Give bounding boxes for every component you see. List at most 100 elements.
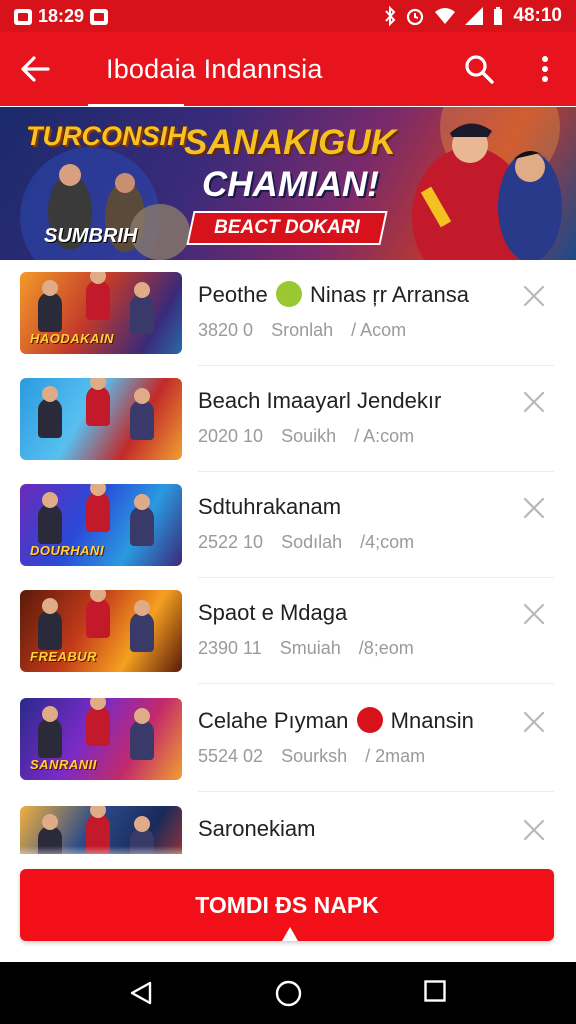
status-time-left: 18:29: [38, 6, 85, 26]
character-head: [134, 816, 150, 832]
remove-icon[interactable]: [522, 390, 546, 414]
character-figure: [86, 280, 110, 320]
item-title: Spaot e Mdaga: [198, 600, 347, 626]
nav-home-icon[interactable]: [275, 980, 302, 1007]
item-meta-id: 3820 0: [198, 320, 254, 340]
item-meta-id: 5524 02: [198, 746, 264, 766]
character-head: [42, 598, 58, 614]
item-meta: 2020 10 Souikh / A:com: [198, 426, 414, 447]
item-meta-id: 2522 10: [198, 532, 264, 552]
row-divider: [198, 791, 554, 792]
banner-left-badge: SUMBRIH: [44, 225, 138, 247]
list-item[interactable]: DOURHANI Sdtuhrakanam 2522 10 Sodılah/4;com: [0, 472, 576, 578]
character-figure: [130, 612, 154, 652]
bluetooth-icon: [385, 6, 396, 26]
character-figure: [130, 294, 154, 334]
youtube-icon: [90, 8, 109, 25]
game-thumbnail[interactable]: SANRANII: [20, 698, 182, 780]
item-meta-region: Sourksh: [281, 746, 348, 766]
thumbnail-label: SANRANII: [30, 757, 97, 772]
signal-icon: [465, 7, 484, 25]
remove-icon[interactable]: [522, 602, 546, 626]
item-meta-region: Sronlah: [271, 320, 334, 340]
game-thumbnail[interactable]: [20, 378, 182, 460]
item-meta: 3820 0 Sronlah / Acom: [198, 320, 406, 341]
item-meta: 2522 10 Sodılah/4;com: [198, 532, 414, 553]
status-right: 48:10: [384, 5, 562, 27]
list-item[interactable]: FREABUR Spaot e Mdaga 2390 11 Smuiah/8;eom: [0, 578, 576, 684]
character-head: [134, 600, 150, 616]
character-head: [134, 282, 150, 298]
status-time-right: 48:10: [513, 5, 562, 26]
character-head: [134, 494, 150, 510]
character-figure: [130, 720, 154, 760]
thumbnail-label: HAODAKAIN: [30, 331, 114, 346]
item-title-part-a: Beach Imaayarl Jendekır: [198, 388, 442, 413]
item-title-part-a: Peothe: [198, 282, 268, 307]
nav-recents-icon[interactable]: [424, 980, 446, 1002]
thumbnail-label: DOURHANI: [30, 543, 105, 558]
status-bar: 18:29 48:10: [0, 0, 576, 32]
item-meta-site: /8;eom: [358, 638, 414, 658]
app-bar: Ibodaia Indannsia: [0, 32, 576, 106]
item-meta-region: Sodılah: [281, 532, 343, 552]
banner-game-logo: TURCONSIH: [26, 121, 187, 151]
character-figure: [86, 492, 110, 532]
item-title-part-a: Spaot e Mdaga: [198, 600, 348, 625]
item-meta-site: / 2mam: [365, 746, 426, 766]
list-item[interactable]: Beach Imaayarl Jendekır 2020 10 Souikh / A:…: [0, 366, 576, 472]
item-meta-id: 2020 10: [198, 426, 264, 446]
character-figure: [38, 610, 62, 650]
back-arrow-icon[interactable]: [18, 52, 52, 86]
character-figure: [38, 718, 62, 758]
primary-cta-button[interactable]: TOMDI ĐS NAPK: [20, 869, 554, 941]
item-title: Celahe Pıyman Mnansin: [198, 707, 474, 735]
list-item[interactable]: SANRANII Celahe Pıyman Mnansin 5524 02 Sour…: [0, 686, 576, 792]
remove-icon[interactable]: [522, 818, 546, 842]
list-item[interactable]: Saronekiam: [0, 794, 576, 854]
item-title: Peothe Ninas ŗr Arransa: [198, 281, 469, 309]
game-thumbnail[interactable]: DOURHANI: [20, 484, 182, 566]
game-list: HAODAKAIN Peothe Ninas ŗr Arransa 3820 0 Sr…: [0, 260, 576, 854]
banner-ribbon: BEACT DOKARI: [186, 211, 388, 245]
character-figure: [130, 400, 154, 440]
more-vert-icon[interactable]: [530, 52, 560, 86]
list-item[interactable]: HAODAKAIN Peothe Ninas ŗr Arransa 3820 0 Sr…: [0, 260, 576, 366]
item-meta-region: Souikh: [281, 426, 337, 446]
promo-banner[interactable]: TURCONSIH SANAKIGUK CHAMIAN! BEACT DOKAR…: [0, 107, 576, 260]
item-meta-id: 2390 11: [198, 638, 262, 658]
row-divider: [198, 683, 554, 684]
nav-back-icon[interactable]: [128, 980, 154, 1006]
caret-icon: [282, 927, 298, 941]
alarm-icon: [407, 8, 424, 26]
search-icon[interactable]: [462, 52, 496, 86]
remove-icon[interactable]: [522, 284, 546, 308]
badge-icon: [356, 707, 383, 734]
item-title: Sdtuhrakanam: [198, 494, 341, 520]
character-figure: [130, 506, 154, 546]
banner-headline-2: CHAMIAN!: [202, 165, 379, 204]
character-figure: [38, 398, 62, 438]
remove-icon[interactable]: [522, 496, 546, 520]
item-title-part-a: Saronekiam: [198, 816, 316, 841]
character-head: [42, 386, 58, 402]
list-fade: [0, 846, 576, 866]
character-head: [42, 814, 58, 830]
character-figure: [86, 386, 110, 426]
remove-icon[interactable]: [522, 710, 546, 734]
thumbnail-label: FREABUR: [30, 649, 98, 664]
system-nav-bar: [0, 962, 576, 1024]
item-title: Beach Imaayarl Jendekır: [198, 388, 441, 414]
item-meta-region: Smuiah: [279, 638, 341, 658]
status-left: 18:29: [14, 6, 109, 27]
character-head: [134, 708, 150, 724]
battery-icon: [494, 7, 503, 25]
item-title-part-a: Sdtuhrakanam: [198, 494, 342, 519]
character-head: [42, 280, 58, 296]
item-meta-site: / Acom: [351, 320, 407, 340]
item-meta: 2390 11 Smuiah/8;eom: [198, 638, 414, 659]
game-thumbnail[interactable]: FREABUR: [20, 590, 182, 672]
item-title-part-b: Mnansin: [390, 708, 474, 733]
game-thumbnail[interactable]: HAODAKAIN: [20, 272, 182, 354]
character-figure: [38, 292, 62, 332]
